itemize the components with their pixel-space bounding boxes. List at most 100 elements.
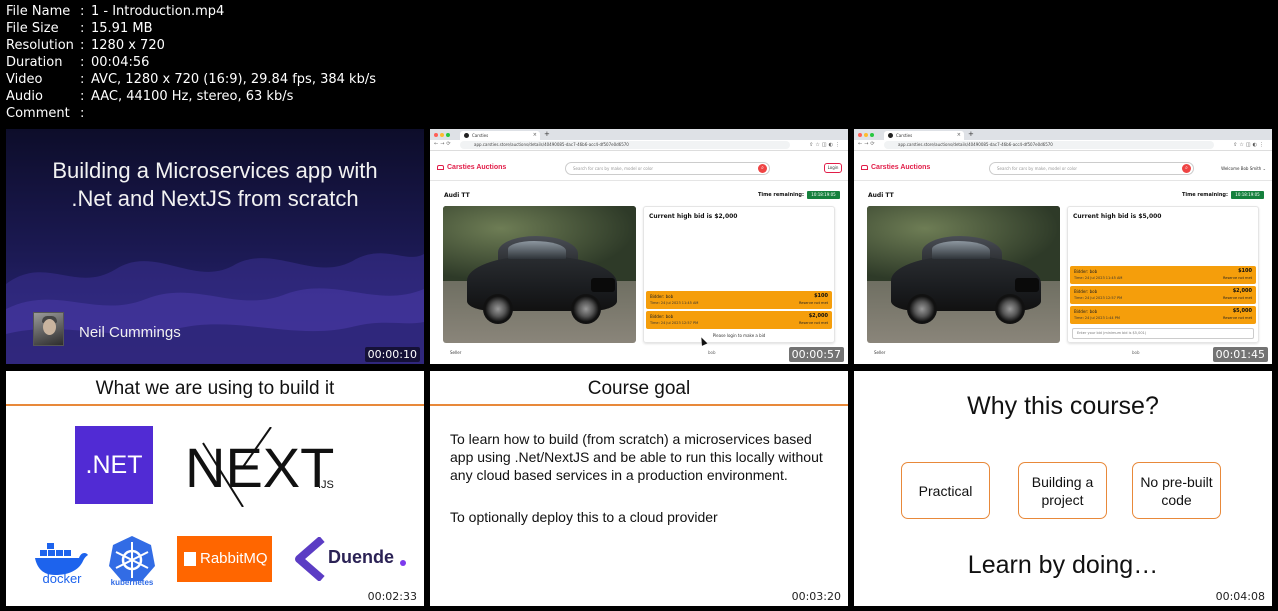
site-favicon-icon <box>464 133 469 138</box>
thumbnail-title-slide[interactable]: Building a Microservices app with .Net a… <box>6 129 424 364</box>
slide-title: What we are using to build it <box>95 378 335 399</box>
login-to-bid-message: Please login to make a bid <box>712 333 766 338</box>
bid-panel: Current high bid is $2,000 Bidder: bob T… <box>643 206 835 343</box>
duende-label: Duende <box>328 547 395 567</box>
kubernetes-label: kubernetes <box>110 578 154 587</box>
reason-box: Practical <box>901 462 990 519</box>
meta-row-resolution: Resolution:1280 x 720 <box>6 38 165 53</box>
presenter-name: Neil Cummings <box>79 324 181 341</box>
search-icon[interactable]: ⌕ <box>758 164 767 173</box>
car-title: Audi TT <box>868 192 894 199</box>
address-bar[interactable]: app.carsties.store/auctions/details/4049… <box>460 141 790 149</box>
meta-row-comment: Comment: <box>6 106 85 121</box>
time-remaining-label: Time remaining: <box>757 192 804 198</box>
high-bid-heading: Current high bid is $5,000 <box>1073 213 1162 220</box>
browser-toolbar: ←→⟳ app.carsties.store/auctions/details/… <box>430 140 848 151</box>
bid-panel: Current high bid is $5,000 Bidder: bob T… <box>1067 206 1259 343</box>
thumbnail-course-goal-slide[interactable]: Course goal To learn how to build (from … <box>430 371 848 606</box>
thumbnail-why-course-slide[interactable]: Why this course? Practical Building a pr… <box>854 371 1272 606</box>
nav-arrows-icon[interactable]: ←→⟳ <box>858 141 877 147</box>
duende-icon <box>295 537 325 581</box>
browser-tabbar: Carsties × + <box>430 129 848 140</box>
seller-value: bob <box>1132 350 1140 355</box>
search-input[interactable]: Search for cars by make, model or color ⌕ <box>989 162 1194 175</box>
close-icon[interactable]: × <box>533 131 537 140</box>
timestamp: 00:00:10 <box>364 347 420 362</box>
new-tab-icon[interactable]: + <box>968 130 974 138</box>
divider <box>6 404 424 406</box>
wave-background <box>6 253 424 364</box>
slide-title: Building a Microservices app with .Net a… <box>52 158 378 211</box>
chevron-down-icon: ⌄ <box>1262 166 1266 171</box>
goal-paragraph: To optionally deploy this to a cloud pro… <box>450 509 718 525</box>
user-menu[interactable]: Welcome Bob Smith ⌄ <box>1221 166 1266 171</box>
goal-paragraph: To learn how to build (from scratch) a m… <box>450 431 823 483</box>
high-bid-heading: Current high bid is $2,000 <box>649 213 738 220</box>
toolbar-icons[interactable]: ⇧☆◫◐⋮ <box>1233 142 1266 148</box>
reason-box: No pre-built code <box>1132 462 1221 519</box>
file-info: File Name:1 - Introduction.mp4 File Size… <box>6 3 376 122</box>
countdown-timer: 10:18:19:05 <box>807 191 840 199</box>
login-button[interactable]: Login <box>824 163 842 173</box>
browser-toolbar: ←→⟳ app.carsties.store/auctions/details/… <box>854 140 1272 151</box>
search-icon[interactable]: ⌕ <box>1182 164 1191 173</box>
toolbar-icons[interactable]: ⇧☆◫◐⋮ <box>809 142 842 148</box>
thumbnail-auction-page-logged-out[interactable]: Carsties × + ←→⟳ app.carsties.store/aucti… <box>430 129 848 364</box>
presenter-avatar <box>33 312 64 346</box>
bid-item: Bidder: bob Time: 24 Jul 2023 12:57 PM $… <box>646 311 832 329</box>
meta-value: 00:04:56 <box>91 55 150 70</box>
tagline: Learn by doing… <box>967 551 1159 579</box>
reason-box: Building a project <box>1018 462 1107 519</box>
search-input[interactable]: Search for cars by make, model or color ⌕ <box>565 162 770 175</box>
address-bar[interactable]: app.carsties.store/auctions/details/4049… <box>884 141 1214 149</box>
new-tab-icon[interactable]: + <box>544 130 550 138</box>
car-icon <box>861 165 868 170</box>
car-photo <box>443 206 636 343</box>
bid-item: Bidder: bob Time: 24 Jul 2023 11:45 AM $… <box>646 291 832 309</box>
meta-row-audio: Audio: AAC, 44100 Hz, stereo, 63 kb/s <box>6 89 294 104</box>
meta-value: 1 - Introduction.mp4 <box>91 4 225 19</box>
seller-label: Seller <box>874 350 886 355</box>
car-photo <box>867 206 1060 343</box>
time-remaining-label: Time remaining: <box>1181 192 1228 198</box>
nextjs-wordmark: NEXT <box>185 436 334 499</box>
site-navbar: Carsties Auctions Search for cars by mak… <box>430 157 848 181</box>
close-icon[interactable]: × <box>957 131 961 140</box>
dotnet-logo: .NET <box>75 426 153 504</box>
meta-value: AAC, 44100 Hz, stereo, 63 kb/s <box>91 89 294 104</box>
seller-label: Seller <box>450 350 462 355</box>
nav-arrows-icon[interactable]: ←→⟳ <box>434 141 453 147</box>
bid-amount-input[interactable]: Enter your bid (minimum bid is $5,001) <box>1072 328 1254 339</box>
countdown-timer: 10:18:19:05 <box>1231 191 1264 199</box>
timestamp: 00:03:20 <box>788 589 844 604</box>
timestamp: 00:00:57 <box>788 347 844 362</box>
meta-value: 1280 x 720 <box>91 38 165 53</box>
docker-label: docker <box>42 571 82 586</box>
site-logo[interactable]: Carsties Auctions <box>861 164 930 171</box>
thumbnail-auction-page-logged-in[interactable]: Carsties × + ←→⟳ app.carsties.store/aucti… <box>854 129 1272 364</box>
rabbitmq-logo: RabbitMQ <box>177 536 272 582</box>
car-icon <box>437 165 444 170</box>
kubernetes-icon <box>109 536 155 581</box>
site-logo[interactable]: Carsties Auctions <box>437 164 506 171</box>
goal-text: To learn how to build (from scratch) a m… <box>450 430 835 550</box>
meta-value: AVC, 1280 x 720 (16:9), 29.84 fps, 384 k… <box>91 72 376 87</box>
site-navbar: Carsties Auctions Search for cars by mak… <box>854 157 1272 181</box>
slide-title: Why this course? <box>967 392 1159 420</box>
timestamp: 00:02:33 <box>364 589 420 604</box>
thumbnail-tech-stack-slide[interactable]: What we are using to build it .NET NEXT … <box>6 371 424 606</box>
meta-row-file-name: File Name:1 - Introduction.mp4 <box>6 4 225 19</box>
seller-value: bob <box>708 350 716 355</box>
browser-tab[interactable]: Carsties × <box>884 131 964 140</box>
bid-item: Bidder: bob Time: 24 Jul 2023 11:45 AM $… <box>1070 266 1256 284</box>
bid-item: Bidder: bob Time: 24 Jul 2023 12:57 PM $… <box>1070 286 1256 304</box>
browser-tabbar: Carsties × + <box>854 129 1272 140</box>
timestamp: 00:01:45 <box>1212 347 1268 362</box>
meta-row-file-size: File Size:15.91 MB <box>6 21 153 36</box>
meta-row-video: Video: AVC, 1280 x 720 (16:9), 29.84 fps,… <box>6 72 376 87</box>
divider <box>430 404 848 406</box>
browser-tab[interactable]: Carsties × <box>460 131 540 140</box>
slide-title: Course goal <box>587 378 691 399</box>
rabbitmq-icon <box>184 552 196 566</box>
duende-dot <box>400 560 406 566</box>
